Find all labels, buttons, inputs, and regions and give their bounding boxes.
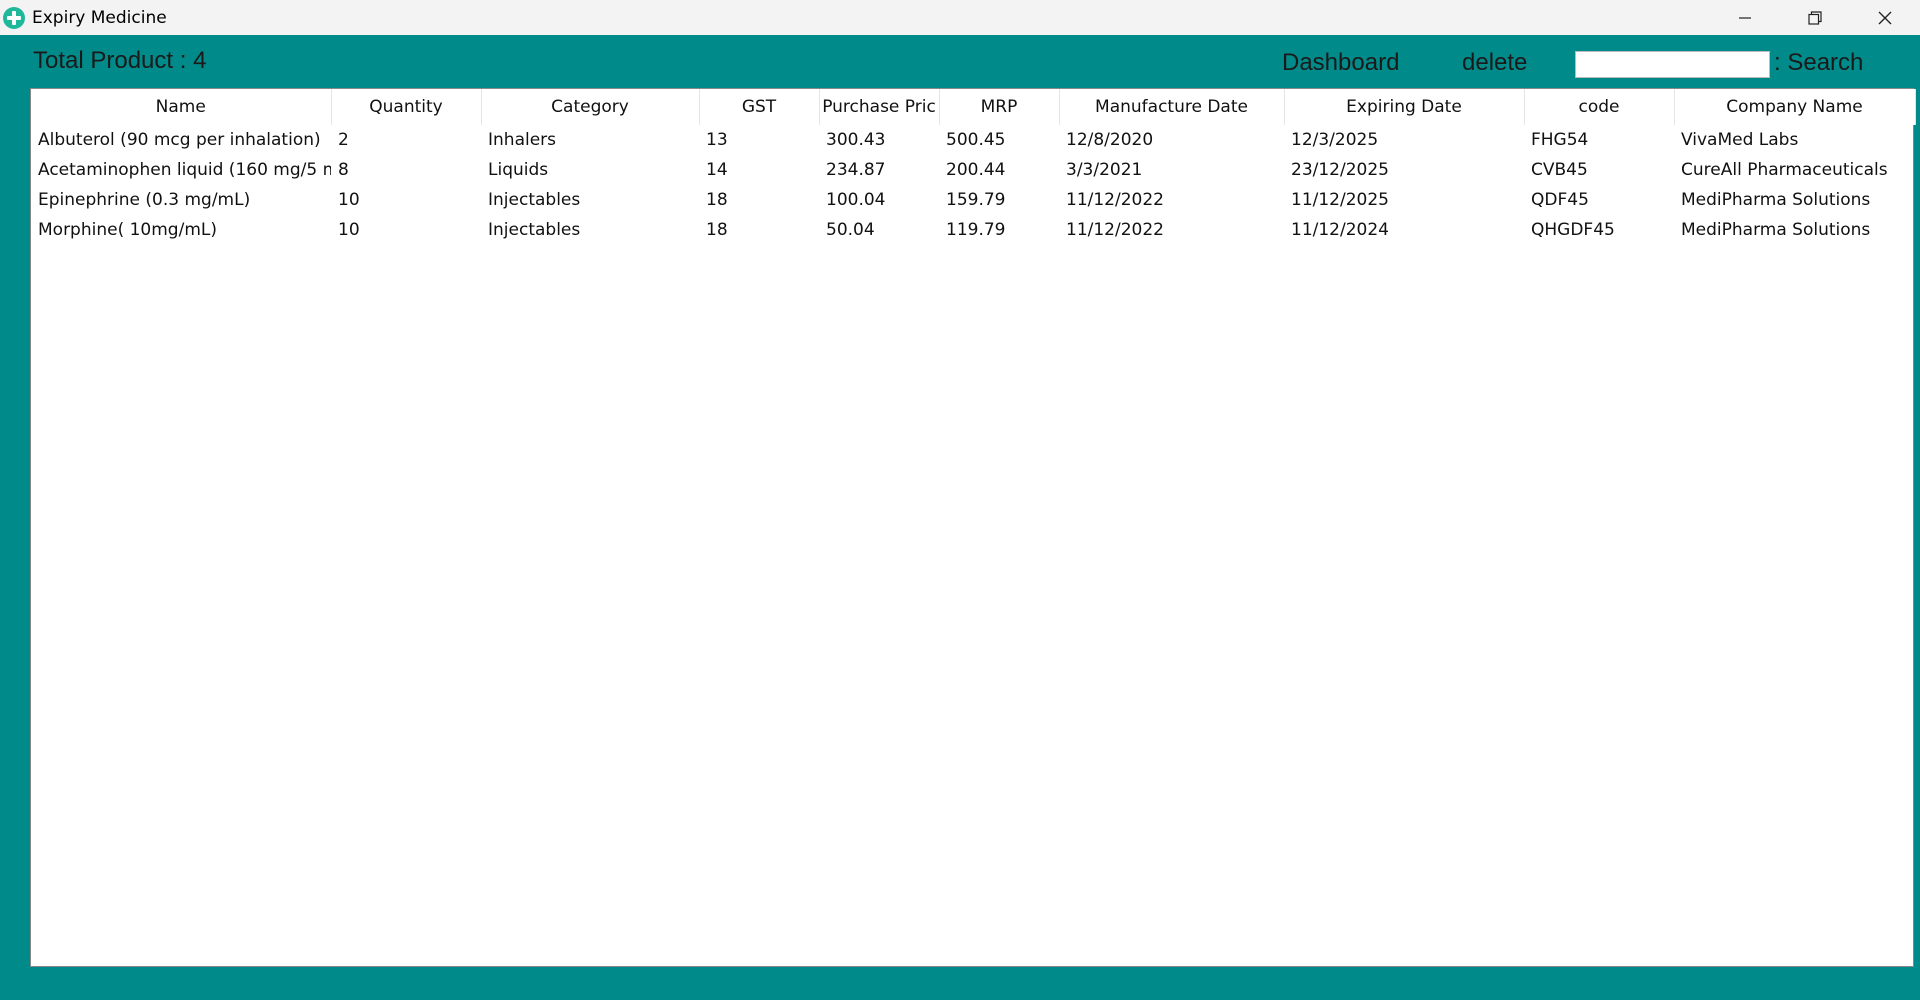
table-cell: 14 [706,160,728,180]
table-cell: Injectables [488,190,581,210]
total-product-label: Total Product : 4 [33,47,207,74]
table-cell: 8 [338,160,349,180]
table-cell: 11/12/2024 [1291,220,1389,240]
table-cell: 12/3/2025 [1291,130,1379,150]
column-header-purchase-pric[interactable]: Purchase Pric [819,89,940,125]
table-cell: VivaMed Labs [1681,130,1799,150]
table-cell: Albuterol (90 mcg per inhalation) [38,130,321,150]
table-cell: 18 [706,190,728,210]
minimize-button[interactable] [1710,0,1780,35]
table-cell: 12/8/2020 [1066,130,1154,150]
delete-button[interactable]: delete [1462,49,1527,77]
table-cell: 300.43 [826,130,886,150]
table-cell: 13 [706,130,728,150]
table-cell: Epinephrine (0.3 mg/mL) [38,190,251,210]
table-body: Albuterol (90 mcg per inhalation) 2 Inhale… [31,125,1915,245]
column-header-expiring-date[interactable]: Expiring Date [1284,89,1525,125]
table-cell: 10 [338,220,360,240]
table-cell: 50.04 [826,220,875,240]
column-header-code[interactable]: code [1524,89,1675,125]
table-row[interactable]: Acetaminophen liquid (160 mg/5 ml 8 Liquid… [31,155,1915,185]
table-cell: 11/12/2025 [1291,190,1389,210]
column-header-company-name[interactable]: Company Name [1674,89,1916,125]
table-cell: 10 [338,190,360,210]
table-cell: CureAll Pharmaceuticals [1681,160,1888,180]
table-cell: MediPharma Solutions [1681,220,1871,240]
table-cell: 234.87 [826,160,886,180]
table-cell: 159.79 [946,190,1006,210]
table-cell: Acetaminophen liquid (160 mg/5 ml [38,160,331,180]
table-cell: FHG54 [1531,130,1589,150]
search-label: : Search [1774,49,1864,76]
column-header-category[interactable]: Category [481,89,700,125]
close-button[interactable] [1850,0,1920,35]
table-row[interactable]: Epinephrine (0.3 mg/mL) 10 Injectables 18 10… [31,185,1915,215]
medicine-table: Name Quantity Category GST Purchase Pric MRP M… [31,89,1916,245]
table-header-row: Name Quantity Category GST Purchase Pric MRP M… [31,89,1916,125]
table-cell: 11/12/2022 [1066,190,1164,210]
table-cell: QDF45 [1531,190,1589,210]
column-header-mrp[interactable]: MRP [939,89,1060,125]
toolbar: Total Product : 4 Dashboard delete : Sea… [0,35,1920,87]
medical-cross-icon [3,6,25,29]
table-cell: 11/12/2022 [1066,220,1164,240]
column-header-name[interactable]: Name [31,89,332,125]
column-header-quantity[interactable]: Quantity [331,89,482,125]
table-cell: 500.45 [946,130,1006,150]
table-cell: MediPharma Solutions [1681,190,1871,210]
medicine-table-panel: Name Quantity Category GST Purchase Pric MRP M… [30,88,1916,967]
table-cell: Inhalers [488,130,557,150]
title-bar: Expiry Medicine [0,0,1920,35]
table-cell: 100.04 [826,190,886,210]
table-cell: 119.79 [946,220,1006,240]
column-header-manufacture-date[interactable]: Manufacture Date [1059,89,1285,125]
close-icon [1878,11,1892,24]
table-cell: 23/12/2025 [1291,160,1389,180]
window-controls [1710,0,1920,35]
table-cell: CVB45 [1531,160,1588,180]
window-title: Expiry Medicine [32,7,167,28]
table-cell: QHGDF45 [1531,220,1615,240]
table-cell: 18 [706,220,728,240]
table-row[interactable]: Albuterol (90 mcg per inhalation) 2 Inhale… [31,125,1915,155]
table-cell: 3/3/2021 [1066,160,1143,180]
table-cell: Liquids [488,160,549,180]
search-input[interactable] [1575,51,1770,78]
restore-icon [1808,10,1822,25]
table-row[interactable]: Morphine( 10mg/mL) 10 Injectables 18 50.04 11… [31,215,1915,245]
table-cell: 200.44 [946,160,1006,180]
dashboard-button[interactable]: Dashboard [1282,49,1399,77]
minimize-icon [1739,16,1751,19]
table-cell: Injectables [488,220,581,240]
table-cell: Morphine( 10mg/mL) [38,220,217,240]
restore-button[interactable] [1780,0,1850,35]
table-cell: 2 [338,130,349,150]
column-header-gst[interactable]: GST [699,89,820,125]
